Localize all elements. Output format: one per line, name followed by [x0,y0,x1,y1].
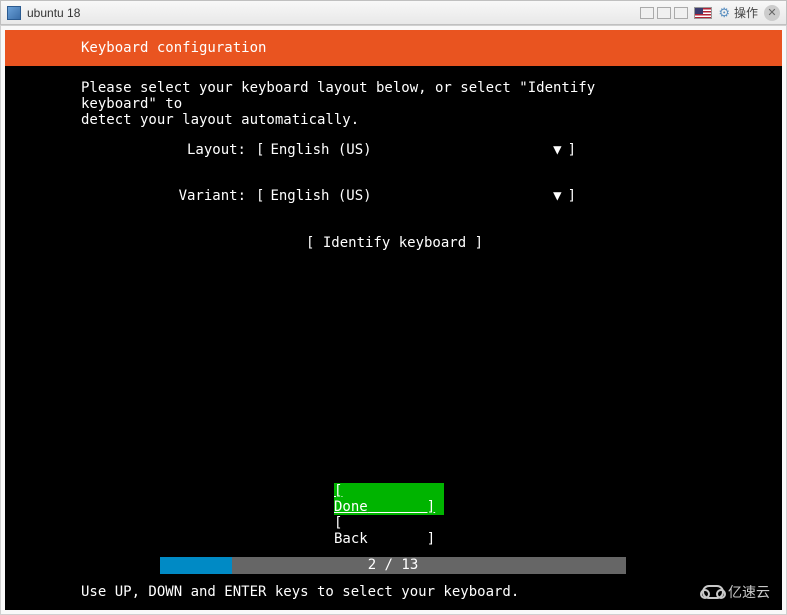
variant-select[interactable]: [ English (US) ▼ ] [256,188,576,204]
variant-row: Variant: [ English (US) ▼ ] [81,188,675,204]
installer-screen: Keyboard configuration Please select you… [5,30,782,610]
vm-ctrl-icon-3[interactable] [674,7,688,19]
layout-select[interactable]: [ English (US) ▼ ] [256,142,576,158]
page-header: Keyboard configuration [5,30,782,66]
instruction-text: Please select your keyboard layout below… [81,80,675,128]
navigation-buttons: [ Done ] [ Back ] [5,483,782,547]
identify-keyboard-label: Identify keyboard [323,235,466,251]
back-label: Back [334,531,368,547]
gear-icon[interactable]: ⚙ [718,5,730,21]
page-title: Keyboard configuration [81,40,266,56]
close-icon[interactable]: ✕ [764,5,780,21]
bracket-close: ] [568,142,576,158]
progress-bar: 2 / 13 [160,557,626,574]
back-button[interactable]: [ Back ] [334,515,444,547]
chevron-down-icon: ▼ [553,142,561,158]
watermark-logo-icon [702,585,724,599]
identify-row: [ Identify keyboard ] [81,235,675,251]
identify-keyboard-button[interactable]: [ Identify keyboard ] [306,235,483,251]
done-button[interactable]: [ Done ] [334,483,444,515]
variant-label: Variant: [81,188,256,204]
layout-row: Layout: [ English (US) ▼ ] [81,142,675,158]
vm-action-label[interactable]: 操作 [734,4,758,21]
vm-window-titlebar: ubuntu 18 ⚙ 操作 ✕ [0,0,787,25]
vm-window-title: ubuntu 18 [27,6,80,20]
hint-text: Use UP, DOWN and ENTER keys to select yo… [81,584,519,600]
done-label: Done [334,499,368,515]
variant-value: English (US) [264,188,553,204]
locale-flag-icon[interactable] [694,7,712,19]
content-area: Please select your keyboard layout below… [5,66,675,251]
layout-label: Layout: [81,142,256,158]
chevron-down-icon: ▼ [553,188,561,204]
bracket-close: ] [568,188,576,204]
watermark-text: 亿速云 [728,584,770,600]
bracket-open: [ [256,188,264,204]
progress-text: 2 / 13 [160,557,626,574]
vm-ctrl-icon-1[interactable] [640,7,654,19]
vm-app-icon [7,6,21,20]
layout-value: English (US) [264,142,553,158]
vm-viewport-frame: Keyboard configuration Please select you… [0,25,787,615]
bracket-open: [ [256,142,264,158]
watermark: 亿速云 [702,584,770,600]
vm-ctrl-icon-2[interactable] [657,7,671,19]
